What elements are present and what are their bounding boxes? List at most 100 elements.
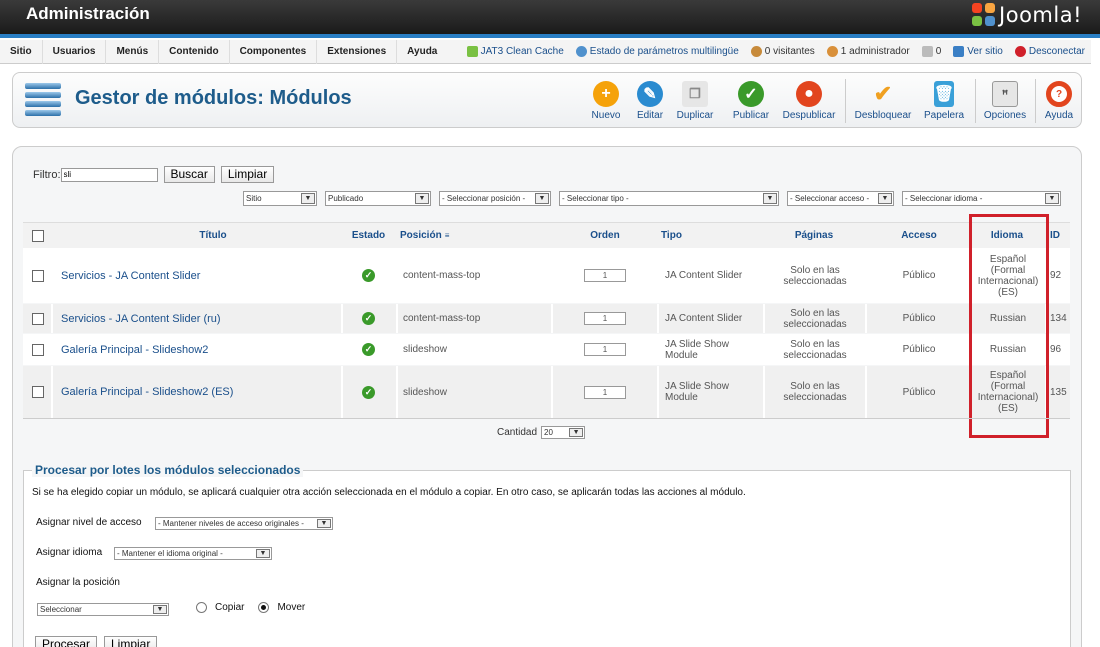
multilingual-status-link[interactable]: Estado de parámetros multilingüe — [570, 46, 745, 57]
view-site-link[interactable]: Ver sitio — [947, 46, 1009, 57]
options-button[interactable]: ꟸ Opciones — [981, 81, 1029, 121]
module-id: 135 — [1050, 386, 1067, 398]
messages-count[interactable]: 0 — [916, 46, 948, 57]
menu-sitio[interactable]: Sitio — [0, 39, 43, 64]
process-button[interactable]: Procesar — [35, 636, 98, 647]
main-menubar: Sitio Usuarios Menús Contenido Component… — [0, 39, 1091, 64]
row-checkbox[interactable] — [32, 312, 44, 325]
batch-clear-button[interactable]: Limpiar — [104, 636, 158, 647]
module-id: 96 — [1050, 344, 1062, 355]
col-access[interactable]: Acceso — [868, 223, 970, 248]
module-id: 134 — [1050, 313, 1067, 324]
row-checkbox[interactable] — [32, 343, 44, 356]
select-all-checkbox[interactable] — [32, 229, 44, 242]
row-checkbox[interactable] — [32, 386, 44, 398]
filter-search-input[interactable] — [60, 167, 158, 182]
module-type: JA Content Slider — [665, 270, 743, 281]
sort-icon: ≡ — [444, 231, 450, 240]
module-pages: Solo en las seleccionadas — [783, 264, 847, 287]
visitors-count: 0 visitantes — [745, 46, 821, 57]
filter-label: Filtro: — [33, 168, 61, 181]
module-manager-icon — [25, 83, 61, 117]
clear-filter-button[interactable]: Limpiar — [220, 166, 275, 183]
logout-link[interactable]: Desconectar — [1009, 46, 1091, 57]
copy-icon: ❐ — [682, 81, 708, 107]
cache-icon — [466, 46, 478, 57]
publish-button[interactable]: ✓ Publicar — [731, 81, 771, 121]
menu-extensiones[interactable]: Extensiones — [317, 39, 398, 64]
batch-process-fieldset: Procesar por lotes los módulos seleccion… — [23, 463, 1071, 647]
move-radio[interactable] — [258, 602, 270, 613]
module-title-link[interactable]: Galería Principal - Slideshow2 (ES) — [61, 386, 233, 398]
trash-icon: 🗑 — [934, 81, 954, 107]
copy-radio[interactable] — [196, 602, 207, 613]
menu-contenido[interactable]: Contenido — [159, 39, 230, 64]
quantity-select[interactable]: 20 ▼ — [541, 426, 586, 439]
col-title[interactable]: Título — [53, 223, 373, 248]
table-divider — [23, 418, 1070, 419]
module-title-link[interactable]: Servicios - JA Content Slider (ru) — [61, 313, 221, 325]
published-icon[interactable]: ✓ — [362, 312, 375, 325]
duplicate-button[interactable]: ❐ Duplicar — [674, 81, 716, 121]
messages-icon — [921, 46, 933, 57]
search-button[interactable]: Buscar — [163, 166, 215, 183]
col-pages[interactable]: Páginas — [763, 223, 865, 248]
menu-menus[interactable]: Menús — [106, 39, 160, 64]
row-checkbox[interactable] — [32, 269, 44, 282]
filter-position-select[interactable]: - Seleccionar posición - ▼ — [439, 191, 551, 206]
batch-copy-move: Copiar Mover — [196, 602, 305, 613]
table-header-row: Título Estado Posición ≡ Orden Tipo Págin… — [23, 222, 1070, 248]
filter-language-select[interactable]: - Seleccionar idioma - ▼ — [902, 191, 1061, 206]
joomla-logo-icon — [972, 3, 996, 27]
module-pages: Solo en las seleccionadas — [783, 307, 847, 330]
batch-position-select[interactable]: Seleccionar ▼ — [37, 603, 169, 616]
menu-usuarios[interactable]: Usuarios — [43, 39, 107, 64]
col-order[interactable]: Orden — [553, 223, 657, 248]
module-pages: Solo en las seleccionadas — [783, 338, 847, 361]
order-input[interactable]: 1 — [584, 269, 626, 282]
joomla-logo[interactable]: Joomla! — [972, 2, 1082, 28]
trash-button[interactable]: 🗑 Papelera — [921, 81, 967, 121]
col-type[interactable]: Tipo — [661, 223, 761, 248]
col-state[interactable]: Estado — [341, 223, 396, 248]
logo-text: Joomla! — [999, 3, 1082, 27]
table-row: Galería Principal - Slideshow2 (ES) ✓ sl… — [23, 366, 1070, 418]
new-button[interactable]: + Nuevo — [588, 81, 624, 121]
filter-client-select[interactable]: Sitio ▼ — [243, 191, 317, 206]
order-input[interactable]: 1 — [584, 385, 626, 399]
filter-state-select[interactable]: Publicado ▼ — [325, 191, 431, 206]
chevron-down-icon: ▼ — [535, 193, 549, 204]
module-position: slideshow — [403, 386, 447, 398]
edit-button[interactable]: ✎ Editar — [632, 81, 668, 121]
order-input[interactable]: 1 — [584, 343, 626, 356]
visitors-icon — [750, 46, 762, 57]
clean-cache-link[interactable]: JAT3 Clean Cache — [461, 46, 570, 57]
copy-label: Copiar — [215, 602, 245, 613]
col-position[interactable]: Posición ≡ — [400, 223, 500, 248]
page-title: Gestor de módulos: Módulos — [75, 87, 352, 109]
checkin-icon: ✔ — [873, 81, 893, 106]
batch-access-select[interactable]: - Mantener niveles de acceso originales … — [155, 517, 333, 530]
unpublish-button[interactable]: ● Despublicar — [781, 81, 837, 121]
batch-language-select[interactable]: - Mantener el idioma original - ▼ — [114, 547, 272, 560]
module-type: JA Slide Show Module — [665, 338, 729, 361]
col-id[interactable]: ID — [1050, 223, 1070, 248]
published-icon[interactable]: ✓ — [362, 343, 375, 356]
chevron-down-icon: ▼ — [317, 519, 331, 528]
pagination-limit: Cantidad 20 ▼ — [497, 426, 586, 439]
module-title-link[interactable]: Servicios - JA Content Slider — [61, 270, 200, 282]
order-input[interactable]: 1 — [584, 312, 626, 325]
filter-type-select[interactable]: - Seleccionar tipo - ▼ — [559, 191, 779, 206]
published-icon[interactable]: ✓ — [362, 385, 375, 399]
module-title-link[interactable]: Galería Principal - Slideshow2 — [61, 344, 208, 356]
menu-componentes[interactable]: Componentes — [230, 39, 318, 64]
published-icon[interactable]: ✓ — [362, 269, 375, 282]
app-title: Administración — [26, 4, 150, 23]
chevron-down-icon: ▼ — [569, 428, 584, 437]
checkin-button[interactable]: ✔ Desbloquear — [853, 81, 913, 121]
filter-access-select[interactable]: - Seleccionar acceso - ▼ — [787, 191, 894, 206]
menu-ayuda[interactable]: Ayuda — [397, 40, 447, 64]
table-row: Servicios - JA Content Slider ✓ content-… — [23, 248, 1070, 303]
monitor-icon — [953, 46, 965, 57]
help-button[interactable]: ? Ayuda — [1041, 81, 1077, 121]
